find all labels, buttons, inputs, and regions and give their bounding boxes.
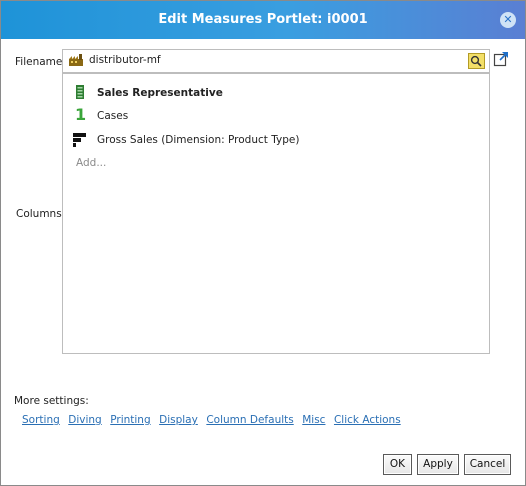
columns-list[interactable]: Sales Representative 1 Cases Gross Sales… (62, 73, 490, 354)
diving-link[interactable]: Diving (68, 414, 101, 426)
filename-value: distributor-mf (89, 54, 161, 66)
sorting-link[interactable]: Sorting (22, 414, 60, 426)
column-defaults-link[interactable]: Column Defaults (206, 414, 293, 426)
close-icon[interactable]: ✕ (500, 12, 516, 28)
ok-button[interactable]: OK (383, 454, 412, 475)
apply-button[interactable]: Apply (417, 454, 459, 475)
printing-link[interactable]: Printing (110, 414, 150, 426)
number-one-icon: 1 (75, 105, 87, 124)
click-actions-link[interactable]: Click Actions (334, 414, 401, 426)
filename-label: Filename: (15, 56, 66, 68)
column-item-label: Sales Representative (97, 87, 223, 99)
factory-file-icon (69, 54, 83, 66)
column-item-label: Cases (97, 110, 129, 122)
open-external-icon[interactable] (493, 51, 509, 67)
bar-chart-icon (73, 133, 86, 147)
dialog-title: Edit Measures Portlet: i0001 (158, 12, 368, 27)
folder-search-icon[interactable] (468, 53, 485, 69)
column-item-label: Gross Sales (Dimension: Product Type) (97, 134, 300, 146)
title-bar[interactable]: Edit Measures Portlet: i0001 ✕ (1, 1, 525, 39)
settings-links: Sorting Diving Printing Display Column D… (22, 413, 406, 426)
add-column-link[interactable]: Add... (76, 157, 106, 169)
more-settings-label: More settings: (14, 395, 89, 407)
edit-measures-dialog: Edit Measures Portlet: i0001 ✕ Filename:… (0, 0, 526, 486)
misc-link[interactable]: Misc (302, 414, 325, 426)
dimension-column-icon (76, 85, 84, 99)
filename-field[interactable]: distributor-mf (62, 49, 490, 73)
columns-label: Columns: (16, 208, 66, 220)
cancel-button[interactable]: Cancel (464, 454, 511, 475)
display-link[interactable]: Display (159, 414, 198, 426)
